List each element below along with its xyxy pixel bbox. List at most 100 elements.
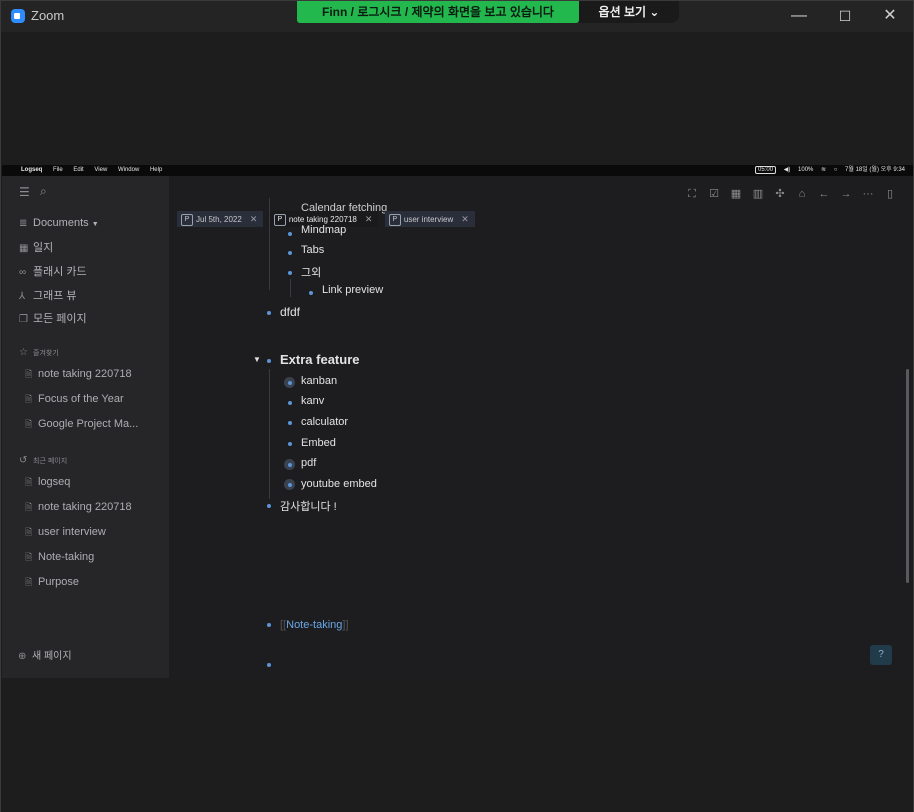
favorites-heading[interactable]: ☆ 즐겨찾기 <box>19 347 59 358</box>
forward-icon[interactable]: → <box>835 188 857 200</box>
top-toolbar: ⛶ ☑ ▦ ▥ ✣ ⌂ ← → ··· ▯ <box>681 184 901 202</box>
screen-share-banner: Finn / 로그시크 / 제약의 화면을 보고 있습니다 <box>297 1 579 23</box>
scrollbar[interactable] <box>906 369 909 583</box>
page-type-icon: P <box>273 213 286 226</box>
block-thanks[interactable]: 감사합니다 ! <box>280 498 337 514</box>
share-margin-bottom <box>1 678 913 812</box>
help-button[interactable]: ? <box>870 645 892 665</box>
block-dfdf[interactable]: dfdf <box>280 305 300 319</box>
block-bullet[interactable] <box>267 504 271 508</box>
right-sidebar-icon[interactable]: ▯ <box>879 187 901 200</box>
tab-close-icon[interactable]: ✕ <box>365 214 373 224</box>
block-bullet[interactable] <box>288 401 292 405</box>
maximize-icon[interactable]: ☐ <box>833 5 857 27</box>
page-icon: 🗎 <box>25 527 33 537</box>
shared-screen: Logseq File Edit View Window Help 05:00 … <box>2 165 913 678</box>
tab-user-interview[interactable]: Puser interview ✕ <box>384 211 475 227</box>
block-bullet[interactable] <box>288 271 292 275</box>
menu-icon[interactable]: ☰ <box>19 185 30 199</box>
block-bullet[interactable] <box>309 291 313 295</box>
indent-guide <box>290 279 291 297</box>
page-type-icon: P <box>181 213 193 226</box>
zoom-logo-icon <box>11 9 25 23</box>
page-icon: 🗎 <box>25 552 33 562</box>
block-bullet[interactable] <box>267 311 271 315</box>
sidebar-item-all-pages[interactable]: ❐ 모든 페이지 <box>19 311 87 327</box>
sidebar-item-journals[interactable]: ▦ 일지 <box>19 240 53 256</box>
menu-file[interactable]: File <box>53 167 63 173</box>
block-bullet[interactable] <box>288 421 292 425</box>
block-kanban[interactable]: kanban <box>301 375 337 387</box>
block-bullet[interactable] <box>267 663 271 667</box>
heading-extra-feature[interactable]: Extra feature <box>280 352 359 367</box>
infinity-icon: ∞ <box>19 267 27 278</box>
block-bullet[interactable] <box>288 232 292 236</box>
block-etc[interactable]: 그외 <box>301 264 321 280</box>
menu-app-name: Logseq <box>21 167 43 173</box>
history-icon: ↺ <box>19 455 28 466</box>
back-icon[interactable]: ← <box>813 188 835 200</box>
block-bullet[interactable] <box>288 251 292 255</box>
page-icon: 🗎 <box>25 502 33 512</box>
close-icon[interactable]: ✕ <box>878 5 902 27</box>
home-icon[interactable]: ⌂ <box>791 188 813 200</box>
block-bullet[interactable] <box>267 359 271 363</box>
search-icon[interactable]: ⌕ <box>40 184 47 199</box>
recent-item[interactable]: 🗎 note taking 220718 <box>25 500 132 516</box>
caret-down-icon: ▼ <box>91 221 99 228</box>
block-kanv[interactable]: kanv <box>301 395 324 407</box>
recent-item[interactable]: 🗎 logseq <box>25 475 70 491</box>
minimize-icon[interactable]: — <box>787 5 811 27</box>
more-icon[interactable]: ··· <box>857 188 879 200</box>
collapse-arrow-icon[interactable]: ▼ <box>253 355 261 364</box>
pages-icon: ❐ <box>19 314 28 325</box>
favorite-item[interactable]: 🗎 note taking 220718 <box>25 367 132 383</box>
block-link-preview[interactable]: Link preview <box>322 284 383 296</box>
menu-view[interactable]: View <box>94 167 107 173</box>
graph-icon: ⅄ <box>19 291 26 302</box>
recent-item[interactable]: 🗎 user interview <box>25 525 106 541</box>
battery-text: 100% <box>798 167 814 173</box>
zoom-window: Zoom Finn / 로그시크 / 제약의 화면을 보고 있습니다 옵션 보기… <box>0 0 914 812</box>
tab-close-icon[interactable]: ✕ <box>461 214 469 224</box>
block-embed[interactable]: Embed <box>301 437 336 449</box>
collapsed-bullet[interactable] <box>284 479 295 490</box>
block-youtube-embed[interactable]: youtube embed <box>301 478 377 490</box>
graph-selector[interactable]: ≣ Documents ▼ <box>19 215 99 231</box>
block-bullet[interactable] <box>267 623 271 627</box>
menu-edit[interactable]: Edit <box>73 167 83 173</box>
tab-journal[interactable]: P Jul 5th, 2022 ✕ <box>177 211 264 227</box>
sidebar-item-flashcards[interactable]: ∞ 플래시 카드 <box>19 264 87 280</box>
todo-icon[interactable]: ☑ <box>703 187 725 200</box>
fullscreen-icon[interactable]: ⛶ <box>681 188 703 201</box>
recent-heading[interactable]: ↺ 최근 페이지 <box>19 455 67 466</box>
collapsed-bullet[interactable] <box>284 459 295 470</box>
view-options-button[interactable]: 옵션 보기 ⌄ <box>579 1 679 23</box>
page-ref-link[interactable]: Note-taking <box>286 619 342 631</box>
menu-window[interactable]: Window <box>118 167 139 173</box>
new-page-button[interactable]: ⊕ 새 페이지 <box>18 649 72 665</box>
window-title: Zoom <box>31 8 65 23</box>
collapsed-bullet[interactable] <box>284 377 295 388</box>
block-calculator[interactable]: calculator <box>301 416 348 428</box>
share-banner-text: / 로그시크 / 제약의 화면을 보고 있습니다 <box>347 5 554 19</box>
favorite-item[interactable]: 🗎 Focus of the Year <box>25 392 124 408</box>
calendar-icon: ▦ <box>19 243 29 254</box>
block-pdf[interactable]: pdf <box>301 457 316 469</box>
recent-item[interactable]: 🗎 Purpose <box>25 575 79 591</box>
book-icon[interactable]: ▥ <box>747 187 769 200</box>
calendar-icon[interactable]: ▦ <box>725 187 747 200</box>
block-mindmap[interactable]: Mindmap <box>301 224 346 236</box>
block-page-ref[interactable]: [[Note-taking]] <box>280 619 349 631</box>
menu-help[interactable]: Help <box>150 167 162 173</box>
volume-icon: ◀) <box>783 167 791 173</box>
block-bullet[interactable] <box>288 442 292 446</box>
sidebar-item-graph-view[interactable]: ⅄ 그래프 뷰 <box>19 288 77 304</box>
plugins-icon[interactable]: ✣ <box>769 187 791 200</box>
block-tabs[interactable]: Tabs <box>301 244 324 256</box>
zoom-titlebar: Zoom Finn / 로그시크 / 제약의 화면을 보고 있습니다 옵션 보기… <box>1 1 913 32</box>
tab-close-icon[interactable]: ✕ <box>250 214 258 224</box>
favorite-item[interactable]: 🗎 Google Project Ma... <box>25 417 138 433</box>
recent-item[interactable]: 🗎 Note-taking <box>25 550 94 566</box>
logseq-main: ⛶ ☑ ▦ ▥ ✣ ⌂ ← → ··· ▯ Calendar fetching P Jul 5th,… <box>169 176 913 678</box>
